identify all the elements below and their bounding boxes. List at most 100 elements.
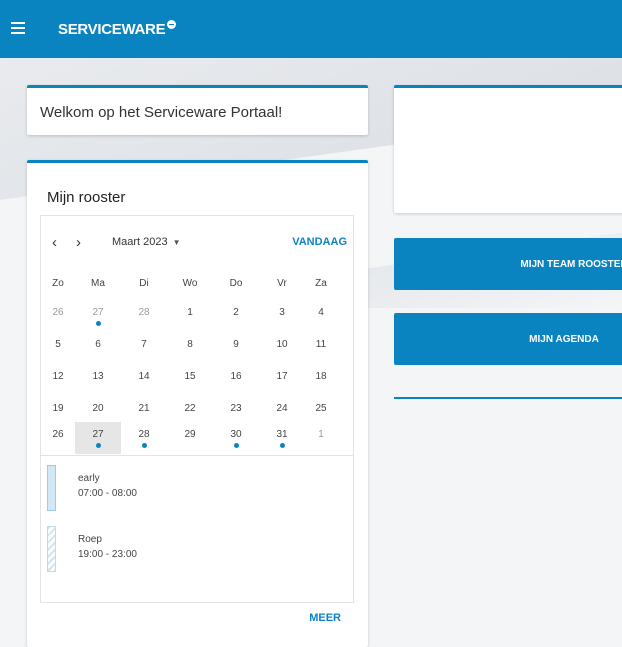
calendar: ‹ › Maart 2023 ▼ VANDAAG Zo Ma Di Wo Do V…	[40, 215, 354, 603]
calendar-day[interactable]: 11	[305, 332, 337, 364]
day-number: 3	[279, 307, 285, 318]
event-dot	[95, 321, 101, 326]
day-number: 30	[230, 429, 242, 440]
right-empty-card	[394, 85, 622, 213]
day-number: 20	[92, 403, 104, 414]
weekday-label: Vr	[277, 278, 287, 289]
calendar-day[interactable]: 29	[167, 422, 213, 454]
calendar-day[interactable]: 28	[121, 422, 167, 454]
calendar-day[interactable]: 30	[213, 422, 259, 454]
event-item[interactable]: early 07:00 - 08:00	[47, 465, 247, 513]
day-number: 31	[276, 429, 288, 440]
section-divider	[394, 397, 622, 399]
agenda-button[interactable]: MIJN AGENDA	[394, 313, 622, 365]
more-button[interactable]: MEER	[309, 612, 341, 624]
event-dot	[141, 443, 147, 448]
event-name: Roep	[78, 534, 102, 545]
day-number: 21	[138, 403, 150, 414]
calendar-day[interactable]: 13	[75, 364, 121, 396]
event-dot	[233, 443, 239, 448]
calendar-day[interactable]: 4	[305, 300, 337, 332]
calendar-day[interactable]: 14	[121, 364, 167, 396]
day-number: 16	[230, 371, 242, 382]
welcome-card: Welkom op het Serviceware Portaal!	[27, 85, 368, 135]
caret-down-icon: ▼	[172, 238, 181, 247]
calendar-day[interactable]: 6	[75, 332, 121, 364]
calendar-day[interactable]: 3	[259, 300, 305, 332]
day-number: 9	[233, 339, 239, 350]
month-select[interactable]: Maart 2023 ▼	[112, 236, 181, 248]
day-number: 4	[318, 307, 324, 318]
calendar-week: 26 27 28 29 30 31 1	[41, 422, 353, 454]
calendar-divider	[41, 455, 353, 456]
calendar-day[interactable]: 12	[41, 364, 75, 396]
welcome-text: Welkom op het Serviceware Portaal!	[40, 104, 283, 121]
calendar-day[interactable]: 31	[259, 422, 305, 454]
weekday-label: Wo	[182, 278, 198, 289]
team-roster-button-label: MIJN TEAM ROOSTER	[520, 258, 622, 270]
day-number: 7	[141, 339, 147, 350]
calendar-day[interactable]: 9	[213, 332, 259, 364]
calendar-day[interactable]: 17	[259, 364, 305, 396]
chevron-right-icon[interactable]: ›	[76, 234, 81, 252]
day-number: 11	[315, 339, 327, 350]
calendar-day[interactable]: 10	[259, 332, 305, 364]
calendar-day[interactable]: 2	[213, 300, 259, 332]
logo-mark-icon	[167, 20, 177, 29]
month-label: Maart 2023	[112, 236, 168, 248]
event-name: early	[78, 473, 100, 484]
logo[interactable]: SERVICEWARE	[58, 20, 177, 38]
calendar-day[interactable]: 5	[41, 332, 75, 364]
event-dot	[279, 443, 285, 448]
calendar-day[interactable]: 28	[121, 300, 167, 332]
hamburger-icon[interactable]	[11, 22, 25, 34]
calendar-day[interactable]: 26	[41, 422, 75, 454]
day-number: 25	[315, 403, 327, 414]
weekday-label: Ma	[91, 278, 105, 289]
event-dot	[95, 443, 101, 448]
day-number: 15	[184, 371, 196, 382]
weekday-header: Zo Ma Di Wo Do Vr Za	[41, 278, 353, 294]
weekday-label: Di	[139, 278, 149, 289]
day-number: 1	[318, 429, 324, 440]
roster-title: Mijn rooster	[47, 189, 126, 206]
day-number: 19	[52, 403, 64, 414]
day-number: 8	[187, 339, 193, 350]
day-number: 28	[138, 429, 150, 440]
calendar-nav: ‹ › Maart 2023 ▼ VANDAAG	[41, 234, 353, 254]
agenda-button-label: MIJN AGENDA	[529, 333, 599, 345]
day-number: 26	[52, 429, 64, 440]
weekday-label: Do	[229, 278, 243, 289]
calendar-day[interactable]: 7	[121, 332, 167, 364]
day-number: 13	[92, 371, 104, 382]
day-number: 6	[95, 339, 101, 350]
calendar-day[interactable]: 16	[213, 364, 259, 396]
day-number: 5	[55, 339, 61, 350]
event-color-bar	[47, 465, 56, 511]
calendar-day[interactable]: 8	[167, 332, 213, 364]
roster-card: Mijn rooster ‹ › Maart 2023 ▼ VANDAAG Zo …	[27, 160, 368, 647]
day-number: 12	[52, 371, 64, 382]
event-color-bar	[47, 526, 56, 572]
day-number: 28	[138, 307, 150, 318]
day-number: 10	[276, 339, 288, 350]
day-number: 29	[184, 429, 196, 440]
calendar-day[interactable]: 26	[41, 300, 75, 332]
day-number: 1	[187, 307, 193, 318]
event-item[interactable]: Roep 19:00 - 23:00	[47, 526, 247, 574]
calendar-day[interactable]: 1	[167, 300, 213, 332]
top-bar: SERVICEWARE	[0, 0, 622, 58]
weekday-label: Za	[315, 278, 327, 289]
today-button[interactable]: VANDAAG	[292, 236, 347, 248]
calendar-day[interactable]: 27	[75, 300, 121, 332]
chevron-left-icon[interactable]: ‹	[52, 234, 57, 252]
calendar-day[interactable]: 1	[305, 422, 337, 454]
calendar-day[interactable]: 15	[167, 364, 213, 396]
day-number: 17	[276, 371, 288, 382]
day-number: 23	[230, 403, 242, 414]
calendar-day[interactable]: 18	[305, 364, 337, 396]
event-time: 19:00 - 23:00	[78, 549, 137, 560]
weekday-label: Zo	[52, 278, 64, 289]
calendar-day-selected[interactable]: 27	[75, 422, 121, 454]
team-roster-button[interactable]: MIJN TEAM ROOSTER	[394, 238, 622, 290]
